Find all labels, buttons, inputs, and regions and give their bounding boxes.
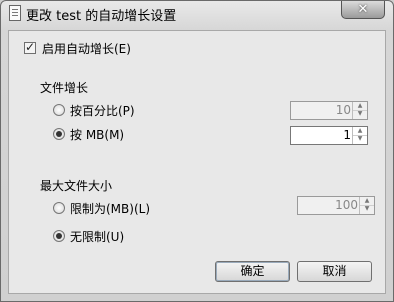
- mb-spinbox[interactable]: 1 ▲ ▼: [290, 126, 368, 145]
- dialog-title: 更改 test 的自动增长设置: [26, 9, 177, 24]
- autogrow-checkbox[interactable]: [24, 40, 36, 54]
- percent-spinbox[interactable]: 10 ▲ ▼: [290, 101, 368, 120]
- percent-radio[interactable]: [53, 104, 65, 116]
- cancel-button[interactable]: 取消: [297, 261, 372, 282]
- limit-radio[interactable]: [53, 202, 65, 214]
- unlimited-radio[interactable]: [53, 230, 65, 242]
- percent-value: 10: [335, 103, 351, 117]
- limit-label[interactable]: 限制为(MB)(L): [70, 200, 150, 217]
- title-bar[interactable]: 更改 test 的自动增长设置 ✕: [1, 1, 393, 25]
- autogrow-label[interactable]: 启用自动增长(E): [42, 40, 131, 57]
- dialog-content: 启用自动增长(E) 文件增长 按百分比(P) 10 ▲ ▼ 按 MB(M) 1 …: [8, 30, 386, 294]
- max-size-heading: 最大文件大小: [40, 179, 113, 193]
- limit-value: 100: [335, 198, 358, 212]
- percent-spin-buttons: ▲ ▼: [352, 102, 367, 119]
- spin-down-icon[interactable]: ▼: [353, 110, 367, 118]
- close-button[interactable]: ✕: [341, 1, 385, 19]
- limit-spin-buttons: ▲ ▼: [359, 197, 374, 214]
- unlimited-label[interactable]: 无限制(U): [70, 228, 124, 245]
- dialog-window: 更改 test 的自动增长设置 ✕ 启用自动增长(E) 文件增长 按百分比(P)…: [0, 0, 394, 302]
- mb-spin-buttons: ▲ ▼: [352, 127, 367, 144]
- percent-label[interactable]: 按百分比(P): [70, 102, 135, 119]
- document-icon: [9, 5, 21, 21]
- close-icon: ✕: [357, 2, 369, 17]
- ok-button[interactable]: 确定: [215, 261, 290, 282]
- spin-down-icon[interactable]: ▼: [360, 205, 374, 213]
- limit-spinbox[interactable]: 100 ▲ ▼: [297, 196, 375, 215]
- mb-label[interactable]: 按 MB(M): [70, 126, 124, 143]
- mb-value: 1: [343, 128, 351, 142]
- mb-radio[interactable]: [53, 128, 65, 140]
- spin-down-icon[interactable]: ▼: [353, 135, 367, 143]
- file-growth-heading: 文件增长: [40, 81, 89, 95]
